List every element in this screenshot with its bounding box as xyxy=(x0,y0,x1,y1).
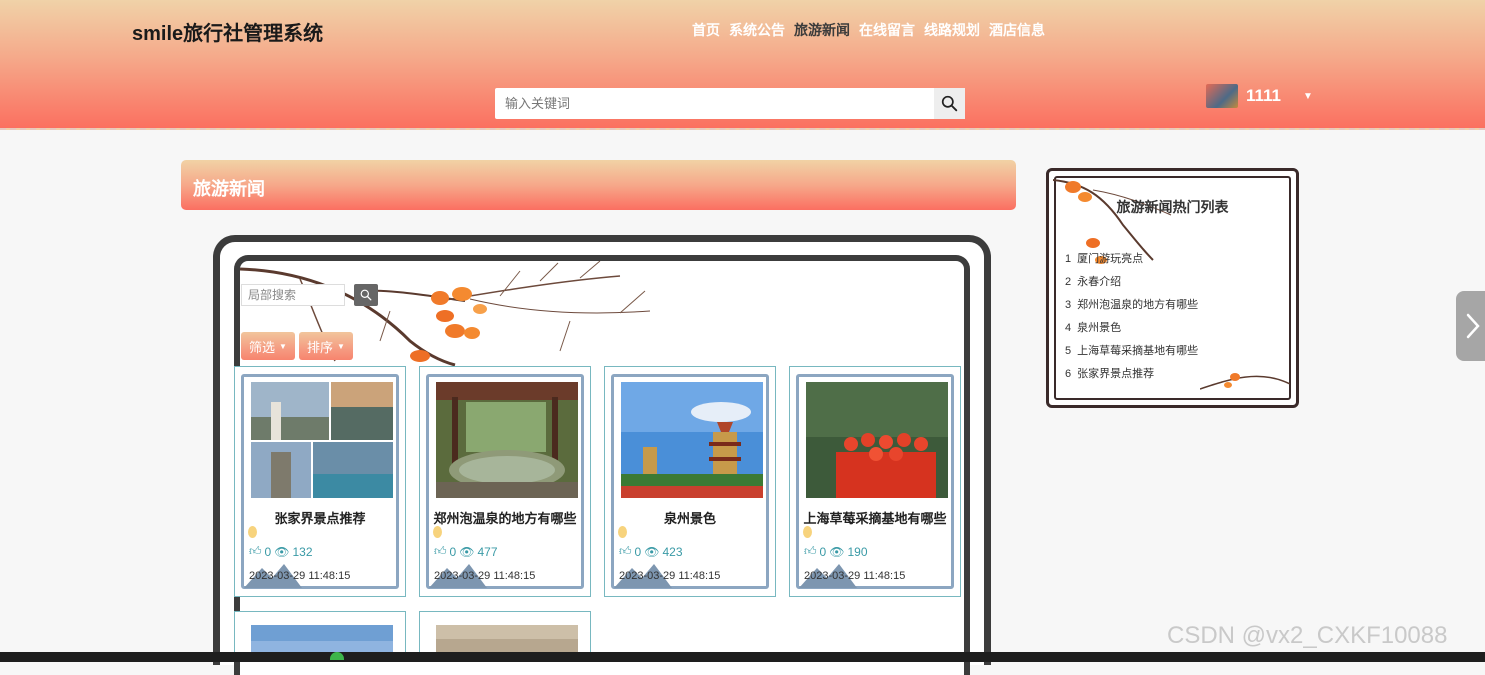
eye-icon: 👁︎ xyxy=(644,544,660,559)
search-input[interactable] xyxy=(495,88,925,119)
app-title: smile旅行社管理系统 xyxy=(132,23,324,45)
search-icon xyxy=(360,289,372,301)
eye-icon: 👁︎ xyxy=(829,544,845,559)
card-stats: 👍︎ 0 👁︎ 190 xyxy=(804,544,868,559)
nav-route-planning[interactable]: 线路规划 xyxy=(924,20,980,40)
eye-icon: 👁︎ xyxy=(459,544,475,559)
moon-decoration xyxy=(803,526,812,538)
sort-label: 排序 xyxy=(307,339,334,355)
local-search-input[interactable] xyxy=(241,284,345,306)
news-card[interactable] xyxy=(234,611,406,653)
local-search-button[interactable] xyxy=(354,284,378,306)
chevron-down-icon: ▼ xyxy=(1303,90,1313,102)
hot-news-panel: 旅游新闻热门列表 1 厦门游玩亮点 2 永春介绍 3 郑州泡温泉的地方有哪些 4 泉州景… xyxy=(1046,168,1299,408)
card-image-hot-spring xyxy=(436,382,578,498)
card-date: 2023-03-29 11:48:15 xyxy=(804,570,906,582)
chevron-down-icon: ▼ xyxy=(279,341,287,351)
watermark: CSDN @vx2_CXKF10088 xyxy=(1167,622,1448,649)
card-title: 张家界景点推荐 xyxy=(274,511,366,526)
thumb-up-icon: 👍︎ xyxy=(804,544,817,558)
card-title: 上海草莓采摘基地有哪些 xyxy=(803,511,947,526)
card-image-strawberry xyxy=(806,382,948,498)
card-date: 2023-03-29 11:48:15 xyxy=(249,570,351,582)
view-count: 190 xyxy=(847,544,868,559)
hot-news-title: 旅游新闻热门列表 xyxy=(1116,199,1229,215)
nav-hotel-info[interactable]: 酒店信息 xyxy=(989,20,1045,40)
thumb-up-icon: 👍︎ xyxy=(619,544,632,558)
header: smile旅行社管理系统 首页 系统公告 旅游新闻 在线留言 线路规划 酒店信息… xyxy=(0,0,1485,130)
card-title: 泉州景色 xyxy=(663,511,716,526)
search-box xyxy=(495,88,965,119)
news-card[interactable]: 郑州泡温泉的地方有哪些 👍︎ 0 👁︎ 477 2023-03-29 11:48… xyxy=(419,366,591,597)
user-menu[interactable]: 1111 ▼ xyxy=(1206,84,1313,108)
avatar xyxy=(1206,84,1238,108)
news-card[interactable]: 上海草莓采摘基地有哪些 👍︎ 0 👁︎ 190 2023-03-29 11:48… xyxy=(789,366,961,597)
hot-news-item[interactable]: 2 永春介绍 xyxy=(1065,275,1198,298)
like-count: 0 xyxy=(449,544,457,559)
view-count: 423 xyxy=(662,544,683,559)
taskbar xyxy=(0,652,1485,662)
moon-decoration xyxy=(618,526,627,538)
thumb-up-icon: 👍︎ xyxy=(434,544,447,558)
nav-messages[interactable]: 在线留言 xyxy=(859,20,915,40)
hot-news-item[interactable]: 4 泉州景色 xyxy=(1065,321,1198,344)
hot-news-list: 1 厦门游玩亮点 2 永春介绍 3 郑州泡温泉的地方有哪些 4 泉州景色 5 上海草莓采摘… xyxy=(1065,252,1198,390)
card-stats: 👍︎ 0 👁︎ 132 xyxy=(249,544,313,559)
moon-decoration xyxy=(433,526,442,538)
like-count: 0 xyxy=(819,544,827,559)
persimmon-branch-decoration xyxy=(1200,373,1290,390)
view-count: 132 xyxy=(292,544,313,559)
filter-button[interactable]: 筛选 ▼ xyxy=(241,332,295,360)
eye-icon: 👁︎ xyxy=(274,544,290,559)
chevron-down-icon: ▼ xyxy=(337,341,345,351)
nav-travel-news[interactable]: 旅游新闻 xyxy=(794,20,850,40)
card-image-zhangjiajie xyxy=(251,382,393,498)
news-card[interactable] xyxy=(419,611,591,653)
main-nav: 首页 系统公告 旅游新闻 在线留言 线路规划 酒店信息 xyxy=(692,20,1045,40)
sort-button[interactable]: 排序 ▼ xyxy=(299,332,353,360)
card-date: 2023-03-29 11:48:15 xyxy=(619,570,721,582)
next-page-button[interactable] xyxy=(1456,291,1485,361)
like-count: 0 xyxy=(264,544,272,559)
card-image xyxy=(251,625,393,653)
chevron-right-icon xyxy=(1466,313,1480,339)
hot-news-item[interactable]: 1 厦门游玩亮点 xyxy=(1065,252,1198,275)
search-icon xyxy=(941,95,958,112)
card-date: 2023-03-29 11:48:15 xyxy=(434,570,536,582)
hot-news-item[interactable]: 3 郑州泡温泉的地方有哪些 xyxy=(1065,298,1198,321)
nav-home[interactable]: 首页 xyxy=(692,20,720,40)
hot-news-item[interactable]: 5 上海草莓采摘基地有哪些 xyxy=(1065,344,1198,367)
hot-news-item[interactable]: 6 张家界景点推荐 xyxy=(1065,367,1198,390)
news-card[interactable]: 泉州景色 👍︎ 0 👁︎ 423 2023-03-29 11:48:15 xyxy=(604,366,776,597)
view-count: 477 xyxy=(477,544,498,559)
card-stats: 👍︎ 0 👁︎ 477 xyxy=(434,544,498,559)
section-title: 旅游新闻 xyxy=(193,179,265,199)
section-header: 旅游新闻 xyxy=(181,160,1016,210)
like-count: 0 xyxy=(634,544,642,559)
moon-decoration xyxy=(248,526,257,538)
card-image xyxy=(436,625,578,653)
nav-announcements[interactable]: 系统公告 xyxy=(729,20,785,40)
search-button[interactable] xyxy=(934,88,965,119)
card-title: 郑州泡温泉的地方有哪些 xyxy=(433,511,577,526)
username: 1111 xyxy=(1246,86,1282,105)
filter-label: 筛选 xyxy=(249,339,276,355)
thumb-up-icon: 👍︎ xyxy=(249,544,262,558)
taskbar-app-icon[interactable] xyxy=(330,652,344,660)
card-stats: 👍︎ 0 👁︎ 423 xyxy=(619,544,683,559)
card-image-quanzhou xyxy=(621,382,763,498)
news-card[interactable]: 张家界景点推荐 👍︎ 0 👁︎ 132 2023-03-29 11:48:15 xyxy=(234,366,406,597)
